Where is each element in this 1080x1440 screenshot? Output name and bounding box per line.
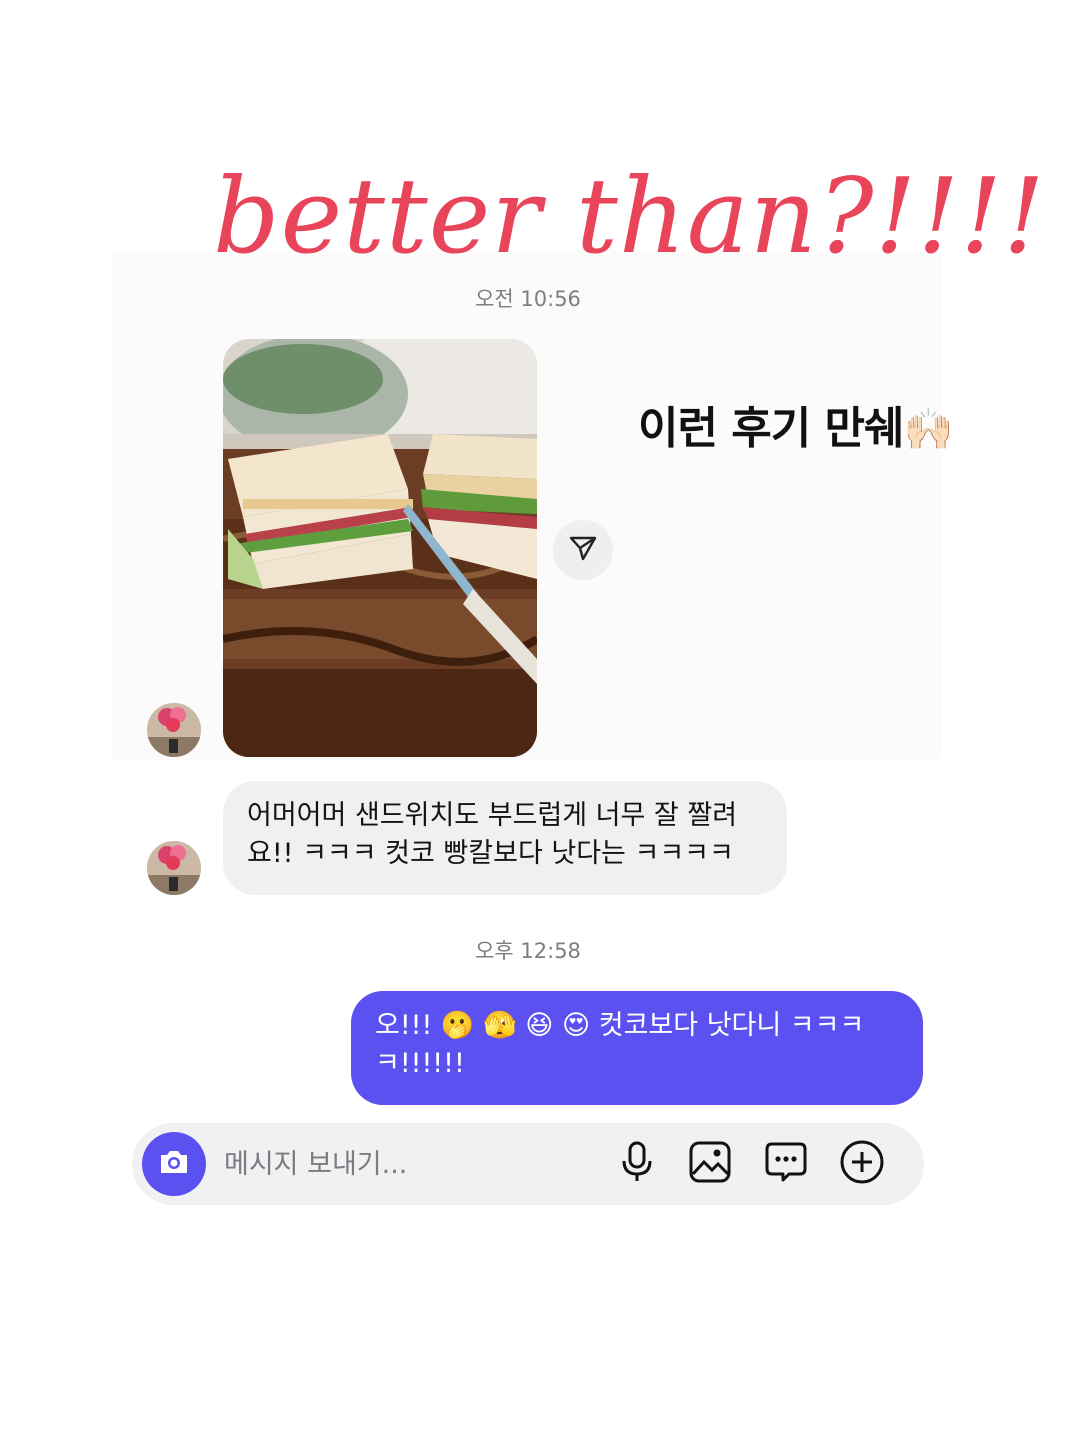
message-icon xyxy=(764,1140,808,1188)
raised-hands-emoji: 🙌🏻 xyxy=(903,407,954,453)
camera-button[interactable] xyxy=(142,1132,206,1196)
microphone-button[interactable] xyxy=(612,1139,662,1189)
send-arrow-icon xyxy=(568,533,598,567)
avatar[interactable] xyxy=(147,703,201,757)
message-input[interactable] xyxy=(224,1143,584,1185)
plus-icon xyxy=(839,1139,885,1189)
gallery-button[interactable] xyxy=(685,1139,735,1189)
microphone-icon xyxy=(619,1140,655,1188)
message-options-button[interactable] xyxy=(761,1139,811,1189)
headline: better than?!!!! xyxy=(0,140,1080,280)
timestamp-morning: 오전 10:56 xyxy=(475,287,581,311)
avatar[interactable] xyxy=(147,841,201,895)
add-button[interactable] xyxy=(837,1139,887,1189)
review-caption-text: 이런 후기 만쉐 xyxy=(638,403,905,454)
headline-text: better than?!!!! xyxy=(213,155,1046,277)
outgoing-message-bubble[interactable]: 오!!! 🫢 🫣 😆 😍 컷코보다 낫다니 ㅋㅋㅋㅋ!!!!!! xyxy=(351,991,923,1105)
incoming-message-bubble[interactable]: 어머어머 샌드위치도 부드럽게 너무 잘 짤려요!! ㅋㅋㅋ 컷코 빵칼보다 낫… xyxy=(223,781,787,895)
camera-icon xyxy=(158,1148,190,1180)
share-button[interactable] xyxy=(553,520,613,580)
image-icon xyxy=(688,1140,732,1188)
timestamp-afternoon: 오후 12:58 xyxy=(475,939,581,963)
message-composer xyxy=(132,1123,924,1205)
review-caption: 이런 후기 만쉐🙌🏻 xyxy=(638,392,954,456)
sandwich-photo[interactable] xyxy=(223,339,537,757)
